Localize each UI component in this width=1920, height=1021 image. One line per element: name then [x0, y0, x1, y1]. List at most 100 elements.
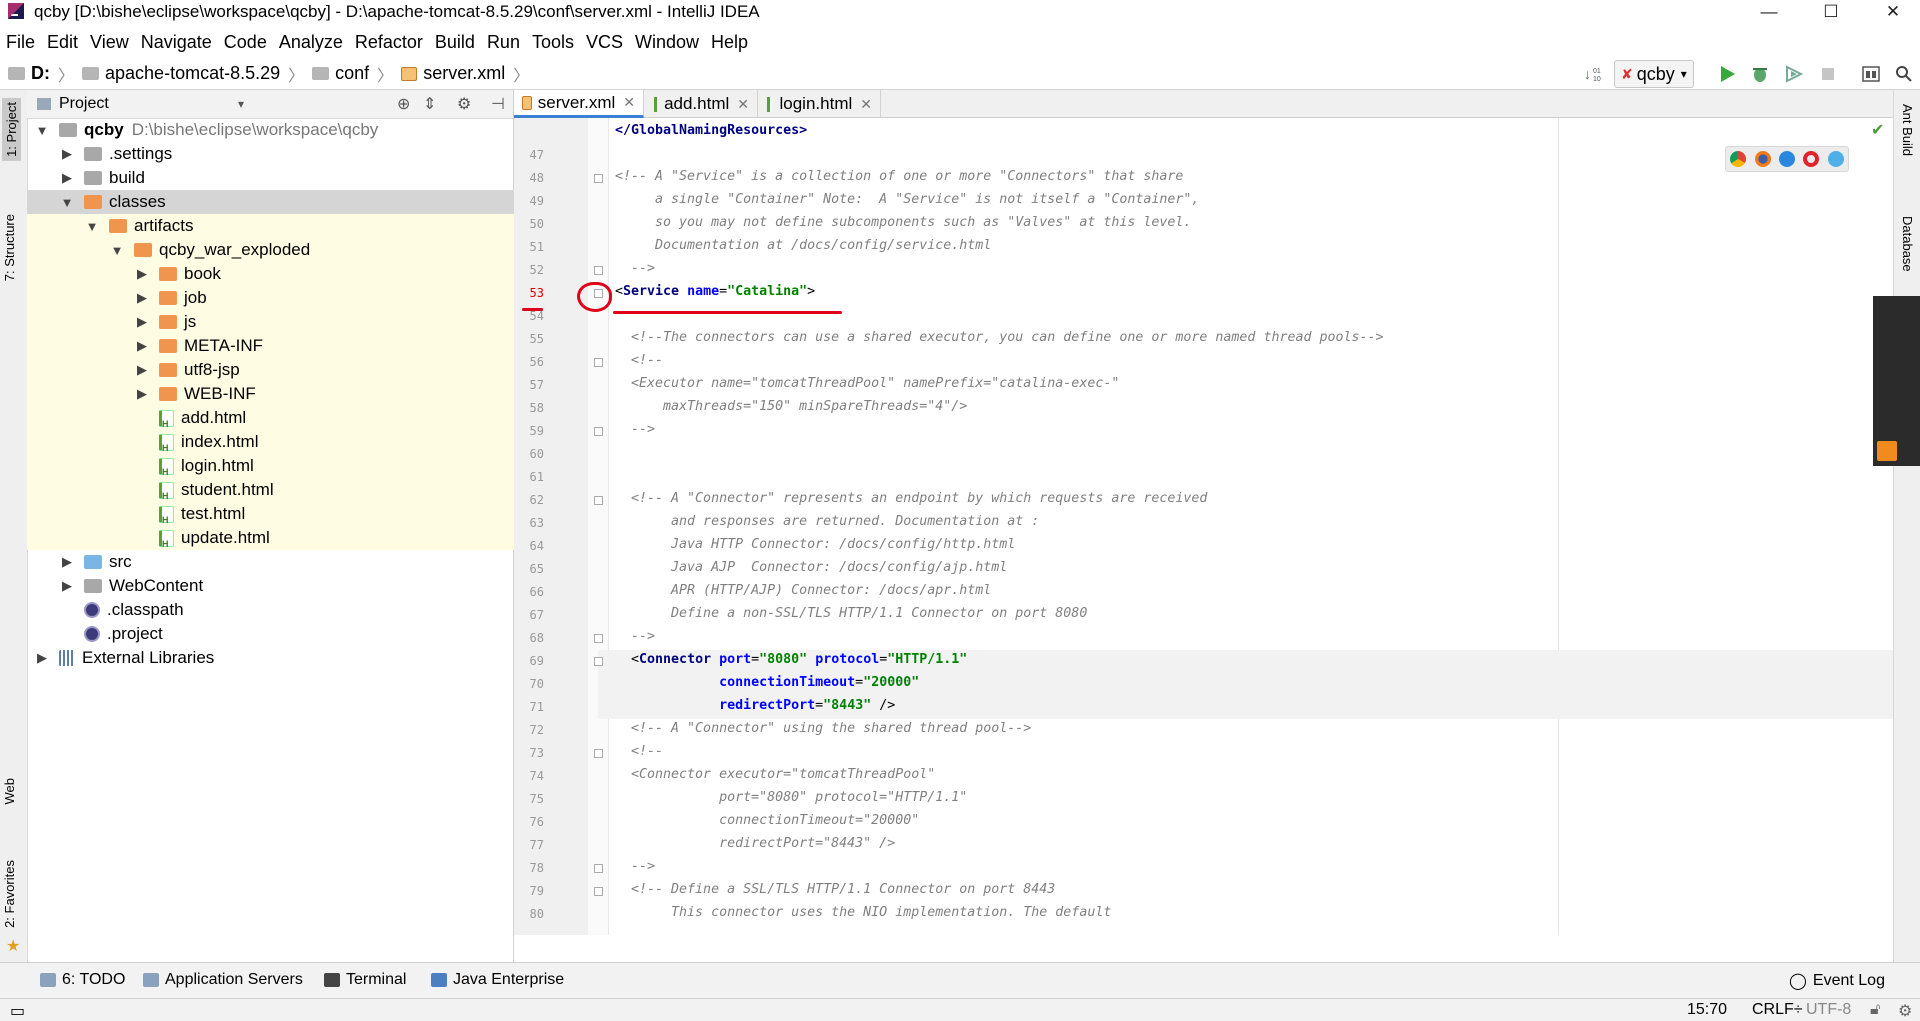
close-icon[interactable]: ✕	[737, 96, 749, 113]
tree-item[interactable]: ▶ src	[27, 550, 547, 574]
editor-tab[interactable]: add.html ✕	[646, 90, 758, 118]
menu-navigate[interactable]: Navigate	[141, 32, 212, 53]
fold-marker-icon[interactable]	[594, 887, 603, 896]
chevron-down-icon[interactable]: ▼	[35, 123, 49, 138]
editor-tab[interactable]: server.xml ✕	[514, 90, 644, 118]
menu-edit[interactable]: Edit	[47, 32, 78, 53]
tree-item[interactable]: ▼ classes	[27, 190, 547, 214]
firefox-icon[interactable]	[1754, 151, 1771, 167]
safari-icon[interactable]	[1778, 151, 1795, 167]
menu-file[interactable]: File	[6, 32, 35, 53]
fold-marker-icon[interactable]	[594, 634, 603, 643]
menu-refactor[interactable]: Refactor	[355, 32, 423, 53]
run-icon[interactable]	[1718, 60, 1736, 88]
menu-run[interactable]: Run	[487, 32, 520, 53]
fold-marker-icon[interactable]	[594, 864, 603, 873]
menu-help[interactable]: Help	[711, 32, 748, 53]
file-encoding[interactable]: UTF-8	[1806, 1001, 1851, 1019]
chevron-right-icon[interactable]: ▶	[135, 290, 149, 306]
opera-icon[interactable]	[1803, 151, 1820, 167]
menu-code[interactable]: Code	[224, 32, 267, 53]
lock-icon[interactable]: 🔓︎	[1870, 1001, 1880, 1019]
fold-marker-icon[interactable]	[594, 657, 603, 666]
event-log-button[interactable]: ◯ Event Log	[1789, 971, 1885, 991]
chevron-right-icon[interactable]: ▶	[135, 386, 149, 402]
fold-marker-icon[interactable]	[594, 427, 603, 436]
menu-tools[interactable]: Tools	[532, 32, 574, 53]
search-icon[interactable]	[1895, 60, 1913, 88]
tree-item[interactable]: .project	[27, 622, 547, 646]
chevron-right-icon[interactable]: ▶	[60, 146, 74, 162]
tree-item[interactable]: ▼ qcby D:\bishe\eclipse\workspace\qcby	[27, 118, 522, 142]
line-separator[interactable]: CRLF÷	[1752, 1001, 1803, 1019]
tab-todo[interactable]: 6: TODO	[40, 971, 125, 989]
chevron-right-icon[interactable]: ▶	[60, 578, 74, 594]
code-editor[interactable]: 47 48 49 50 51 52 53 54 55 56 57 58 59 60 61 62 63 64 65 66…	[514, 118, 1893, 935]
project-view-select[interactable]: Project	[59, 95, 109, 113]
tree-item[interactable]: ▶ External Libraries	[27, 646, 522, 670]
tab-java-enterprise[interactable]: Java Enterprise	[431, 971, 564, 989]
tab-structure[interactable]: 7: Structure	[2, 214, 17, 281]
tab-project[interactable]: 1: Project	[2, 98, 21, 161]
breadcrumb-drive[interactable]: D: 〉	[8, 62, 74, 86]
tree-item[interactable]: ▼ qcby_war_exploded	[27, 238, 597, 262]
layout-toggle-icon[interactable]: ▭	[10, 1001, 25, 1021]
close-icon[interactable]: ✕	[860, 96, 872, 113]
user-icon[interactable]	[1877, 441, 1897, 461]
breadcrumb-tomcat[interactable]: apache-tomcat-8.5.29 〉	[82, 62, 304, 86]
chevron-right-icon[interactable]: ▶	[60, 554, 74, 570]
chevron-right-icon[interactable]: ▶	[60, 170, 74, 186]
chevron-right-icon[interactable]: ▶	[135, 362, 149, 378]
chevron-right-icon[interactable]: ▶	[35, 650, 49, 666]
tree-item[interactable]: .classpath	[27, 598, 547, 622]
sort-icon[interactable]: ↓ 01 10	[1584, 60, 1606, 88]
fold-marker-icon[interactable]	[594, 174, 603, 183]
chevron-down-icon[interactable]: ▼	[85, 219, 99, 234]
tab-favorites[interactable]: 2: Favorites	[2, 860, 17, 928]
menu-build[interactable]: Build	[435, 32, 475, 53]
locate-icon[interactable]: ⊕	[397, 94, 410, 114]
chevron-down-icon[interactable]: ▼	[60, 195, 74, 210]
fold-marker-icon[interactable]	[594, 358, 603, 367]
close-icon[interactable]: ✕	[623, 94, 635, 111]
hide-panel-icon[interactable]: ⊣	[491, 94, 505, 114]
maximize-button[interactable]: ☐	[1808, 0, 1854, 24]
gear-icon[interactable]: ⚙	[457, 94, 471, 114]
chevron-down-icon[interactable]: ▾	[238, 97, 244, 111]
chevron-right-icon[interactable]: ▶	[135, 266, 149, 282]
stop-icon[interactable]	[1820, 60, 1836, 88]
minimize-button[interactable]: —	[1746, 0, 1792, 24]
menu-vcs[interactable]: VCS	[586, 32, 623, 53]
chevron-right-icon[interactable]: ▶	[135, 314, 149, 330]
tab-ant-build[interactable]: Ant Build	[1900, 104, 1915, 156]
menu-analyze[interactable]: Analyze	[279, 32, 343, 53]
fold-marker-icon[interactable]	[594, 266, 603, 275]
tree-item[interactable]: ▶ WebContent	[27, 574, 547, 598]
chevron-right-icon[interactable]: ▶	[135, 338, 149, 354]
tab-database[interactable]: Database	[1900, 216, 1915, 272]
tree-item[interactable]: ▼ artifacts	[27, 214, 572, 238]
internet-explorer-icon[interactable]	[1827, 151, 1844, 167]
inspector-icon[interactable]: ⚙	[1898, 1001, 1912, 1021]
chrome-icon[interactable]	[1730, 151, 1747, 167]
menu-view[interactable]: View	[90, 32, 129, 53]
project-structure-icon[interactable]	[1862, 60, 1880, 88]
breadcrumb-file[interactable]: server.xml 〉	[401, 62, 529, 86]
tree-item[interactable]: ▶ .settings	[27, 142, 547, 166]
debug-icon[interactable]	[1751, 60, 1769, 88]
fold-marker-icon[interactable]	[594, 749, 603, 758]
close-button[interactable]: ✕	[1870, 0, 1916, 24]
tab-web[interactable]: Web	[2, 778, 17, 805]
breadcrumb-conf[interactable]: conf 〉	[312, 62, 393, 86]
fold-marker-icon[interactable]	[594, 496, 603, 505]
editor-tab[interactable]: login.html ✕	[759, 90, 881, 118]
run-configuration-select[interactable]: ✘ qcby ▾	[1614, 60, 1694, 88]
collapse-all-icon[interactable]: ⇕	[423, 94, 436, 114]
chevron-down-icon[interactable]: ▼	[110, 243, 124, 258]
menu-window[interactable]: Window	[635, 32, 699, 53]
caret-position[interactable]: 15:70	[1687, 1001, 1727, 1019]
tab-terminal[interactable]: Terminal	[324, 971, 406, 989]
coverage-icon[interactable]	[1785, 60, 1803, 88]
tab-application-servers[interactable]: Application Servers	[143, 971, 303, 989]
tree-item[interactable]: ▶ build	[27, 166, 547, 190]
